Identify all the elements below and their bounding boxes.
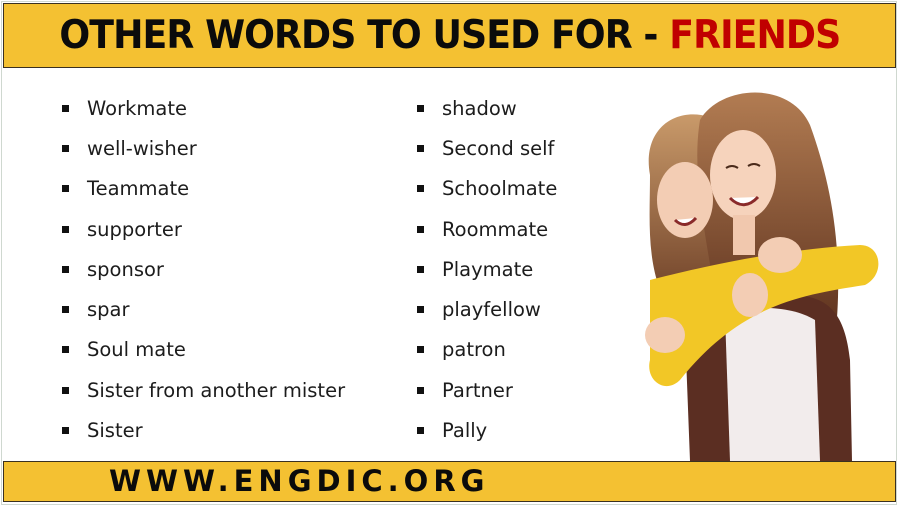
square-bullet-icon (417, 225, 424, 233)
square-bullet-icon (417, 346, 424, 354)
hand-middle (732, 273, 768, 317)
square-bullet-icon (62, 427, 69, 435)
word-label: shadow (442, 96, 517, 120)
header-banner: OTHER WORDS TO USED FOR - FRIENDS (3, 3, 896, 68)
word-label: Sister (87, 419, 143, 443)
word-label: Teammate (87, 177, 190, 201)
word-list-right: shadow Second self Schoolmate Roommate P… (417, 88, 557, 451)
word-label: Sister from another mister (87, 378, 346, 402)
page-title: OTHER WORDS TO USED FOR - FRIENDS (59, 13, 841, 58)
list-item: Roommate (417, 209, 557, 249)
list-item: Sister (62, 410, 345, 450)
white-shirt (725, 308, 820, 461)
list-item: patron (417, 330, 557, 370)
square-bullet-icon (62, 306, 69, 314)
square-bullet-icon (62, 346, 69, 354)
word-label: Roommate (442, 217, 549, 241)
hand-right (758, 237, 802, 273)
list-item: sponsor (62, 249, 345, 289)
list-item: well-wisher (62, 128, 345, 168)
square-bullet-icon (417, 144, 424, 152)
square-bullet-icon (62, 185, 69, 193)
list-item: playfellow (417, 289, 557, 329)
word-label: well-wisher (87, 136, 197, 160)
word-label: Second self (442, 136, 555, 160)
face-front-girl (710, 130, 776, 220)
word-label: sponsor (87, 257, 164, 281)
square-bullet-icon (417, 306, 424, 314)
square-bullet-icon (62, 144, 69, 152)
word-label: patron (442, 338, 506, 362)
word-label: Pally (442, 419, 488, 443)
word-label: playfellow (442, 298, 541, 322)
word-label: Workmate (87, 96, 187, 120)
hand-left (645, 317, 685, 353)
word-label: Soul mate (87, 338, 186, 362)
list-item: supporter (62, 209, 345, 249)
friends-photo (645, 92, 879, 461)
list-item: shadow (417, 88, 557, 128)
word-list-left: Workmate well-wisher Teammate supporter … (62, 88, 345, 451)
square-bullet-icon (417, 427, 424, 435)
square-bullet-icon (417, 185, 424, 193)
list-item: Soul mate (62, 330, 345, 370)
list-item: Playmate (417, 249, 557, 289)
footer-banner: WWW.ENGDIC.ORG (3, 461, 896, 502)
square-bullet-icon (62, 386, 69, 394)
list-item: spar (62, 289, 345, 329)
square-bullet-icon (417, 265, 424, 273)
website-url[interactable]: WWW.ENGDIC.ORG (109, 464, 489, 498)
word-label: Playmate (442, 257, 534, 281)
list-item: Pally (417, 410, 557, 450)
square-bullet-icon (62, 225, 69, 233)
face-back-girl (657, 162, 713, 238)
title-prefix: OTHER WORDS TO USED FOR - (59, 13, 669, 58)
list-item: Partner (417, 370, 557, 410)
square-bullet-icon (62, 104, 69, 112)
list-item: Workmate (62, 88, 345, 128)
square-bullet-icon (417, 104, 424, 112)
list-item: Sister from another mister (62, 370, 345, 410)
list-item: Second self (417, 128, 557, 168)
word-label: supporter (87, 217, 182, 241)
word-label: spar (87, 298, 130, 322)
word-label: Partner (442, 378, 513, 402)
neck (733, 215, 755, 255)
list-item: Schoolmate (417, 169, 557, 209)
title-accent: FRIENDS (668, 13, 841, 58)
list-item: Teammate (62, 169, 345, 209)
square-bullet-icon (417, 386, 424, 394)
word-label: Schoolmate (442, 177, 558, 201)
square-bullet-icon (62, 265, 69, 273)
